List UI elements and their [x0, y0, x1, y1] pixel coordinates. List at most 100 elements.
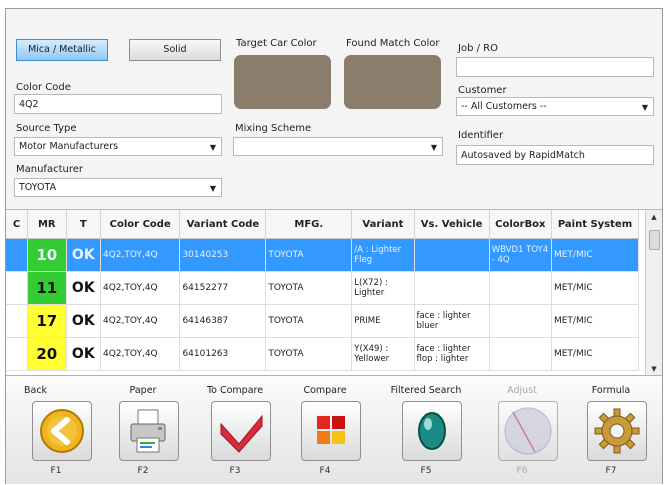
target-color-swatch [234, 55, 331, 109]
customer-select[interactable]: -- All Customers -- ▼ [456, 97, 654, 116]
dropdown-arrow-icon: ▼ [641, 103, 648, 112]
cell-c [6, 337, 28, 371]
cell-c [6, 238, 28, 272]
found-color-swatch [344, 55, 441, 109]
paper-button-label: Paper [129, 385, 157, 396]
cell-variant-code: 30140253 [179, 238, 267, 272]
cell-mfg: TOYOTA [265, 238, 353, 272]
checkmark-icon [211, 401, 271, 461]
manufacturer-label: Manufacturer [16, 164, 83, 175]
adjust-button[interactable]: Adjust F6 [482, 376, 562, 484]
cell-paint-system: MET/MIC [551, 337, 640, 371]
cell-paint-system: MET/MIC [551, 304, 640, 338]
table-row[interactable]: 20 OK 4Q2,TOY,4Q 64101263 TOYOTA Y(X49) … [6, 337, 640, 371]
job-ro-field[interactable] [456, 57, 654, 77]
compare-button[interactable]: Compare F4 [285, 376, 365, 484]
results-table: C MR T Color Code Variant Code MFG. Vari… [6, 210, 640, 371]
f2-key-label: F2 [137, 466, 149, 476]
formula-button-label: Formula [591, 385, 631, 396]
to-compare-button-label: To Compare [206, 385, 264, 396]
paper-button[interactable]: Paper F2 [103, 376, 183, 484]
cell-mr: 10 [27, 238, 67, 272]
dropdown-arrow-icon: ▼ [430, 143, 437, 152]
scroll-up-icon[interactable]: ▲ [646, 210, 662, 224]
back-arrow-icon [32, 401, 92, 461]
color-tiles-icon [301, 401, 361, 461]
table-row[interactable]: 17 OK 4Q2,TOY,4Q 64146387 TOYOTA PRIME f… [6, 304, 640, 338]
cell-vs-vehicle: face : lighter flop : lighter [414, 337, 490, 371]
cell-variant-code: 64101263 [179, 337, 267, 371]
cell-t: OK [66, 304, 101, 338]
filtered-search-button[interactable]: Filtered Search F5 [386, 376, 466, 484]
mixing-scheme-label: Mixing Scheme [235, 123, 312, 134]
back-button[interactable]: Back F1 [16, 376, 96, 484]
mixing-scheme-select[interactable]: ▼ [233, 137, 443, 156]
column-header[interactable]: MR [27, 210, 67, 239]
table-row[interactable]: 10 OK 4Q2,TOY,4Q 30140253 TOYOTA /A : Li… [6, 238, 640, 272]
column-header[interactable]: Vs. Vehicle [414, 210, 490, 239]
cell-vs-vehicle [414, 271, 490, 305]
manufacturer-select[interactable]: TOYOTA ▼ [14, 178, 222, 197]
dropdown-arrow-icon: ▼ [209, 184, 216, 193]
column-header[interactable]: T [66, 210, 101, 239]
cell-variant-code: 64146387 [179, 304, 267, 338]
cell-variant: PRIME [351, 304, 415, 338]
cell-paint-system: MET/MIC [551, 238, 640, 272]
found-color-label: Found Match Color [346, 38, 440, 49]
cell-t: OK [66, 238, 101, 272]
mica-metallic-toggle[interactable]: Mica / Metallic [16, 39, 108, 61]
gear-icon [587, 401, 647, 461]
back-button-label: Back [24, 385, 48, 396]
search-panel: Mica / Metallic Solid Color Code 4Q2 Sou… [6, 9, 662, 209]
cell-t: OK [66, 337, 101, 371]
cell-color-code: 4Q2,TOY,4Q [100, 304, 181, 338]
lens-icon [402, 401, 462, 461]
scroll-thumb[interactable] [649, 230, 660, 250]
identifier-field[interactable]: Autosaved by RapidMatch [456, 145, 654, 165]
source-type-select[interactable]: Motor Manufacturers ▼ [14, 137, 222, 156]
cell-variant: /A : Lighter Fleg [351, 238, 415, 272]
identifier-label: Identifier [458, 130, 504, 141]
customer-value: -- All Customers -- [461, 101, 547, 112]
column-header[interactable]: MFG. [265, 210, 353, 239]
function-key-bar: Back F1 Paper F2 To Compare F3 Compare F… [6, 375, 662, 484]
filtered-search-button-label: Filtered Search [390, 385, 462, 396]
dropdown-arrow-icon: ▼ [209, 143, 216, 152]
column-header[interactable]: Variant Code [179, 210, 267, 239]
cell-mr: 20 [27, 337, 67, 371]
results-grid: C MR T Color Code Variant Code MFG. Vari… [6, 209, 662, 376]
column-header[interactable]: C [6, 210, 28, 239]
column-header[interactable]: Paint System [551, 210, 640, 239]
cell-colorbox [489, 271, 552, 305]
grid-vertical-scrollbar[interactable]: ▲ ▼ [645, 210, 662, 376]
adjust-button-label: Adjust [507, 385, 537, 396]
color-code-label: Color Code [16, 82, 71, 93]
f3-key-label: F3 [229, 466, 241, 476]
cell-mfg: TOYOTA [265, 337, 353, 371]
cell-colorbox [489, 304, 552, 338]
cell-c [6, 304, 28, 338]
to-compare-button[interactable]: To Compare F3 [195, 376, 275, 484]
f1-key-label: F1 [50, 466, 62, 476]
manufacturer-value: TOYOTA [19, 182, 57, 193]
cell-mfg: TOYOTA [265, 271, 353, 305]
formula-button[interactable]: Formula F7 [571, 376, 651, 484]
scroll-down-icon[interactable]: ▼ [646, 362, 662, 376]
column-header[interactable]: Color Code [100, 210, 181, 239]
table-row[interactable]: 11 OK 4Q2,TOY,4Q 64152277 TOYOTA L(X72) … [6, 271, 640, 305]
cell-t: OK [66, 271, 101, 305]
column-header[interactable]: ColorBox [489, 210, 552, 239]
cell-mfg: TOYOTA [265, 304, 353, 338]
color-code-field[interactable]: 4Q2 [14, 94, 222, 114]
f7-key-label: F7 [605, 466, 617, 476]
target-color-label: Target Car Color [236, 38, 317, 49]
cell-color-code: 4Q2,TOY,4Q [100, 337, 181, 371]
source-type-value: Motor Manufacturers [19, 141, 119, 152]
column-header[interactable]: Variant [351, 210, 415, 239]
cell-variant: L(X72) : Lighter [351, 271, 415, 305]
cell-mr: 11 [27, 271, 67, 305]
cell-mr: 17 [27, 304, 67, 338]
solid-toggle[interactable]: Solid [129, 39, 221, 61]
cell-variant-code: 64152277 [179, 271, 267, 305]
cell-colorbox [489, 337, 552, 371]
